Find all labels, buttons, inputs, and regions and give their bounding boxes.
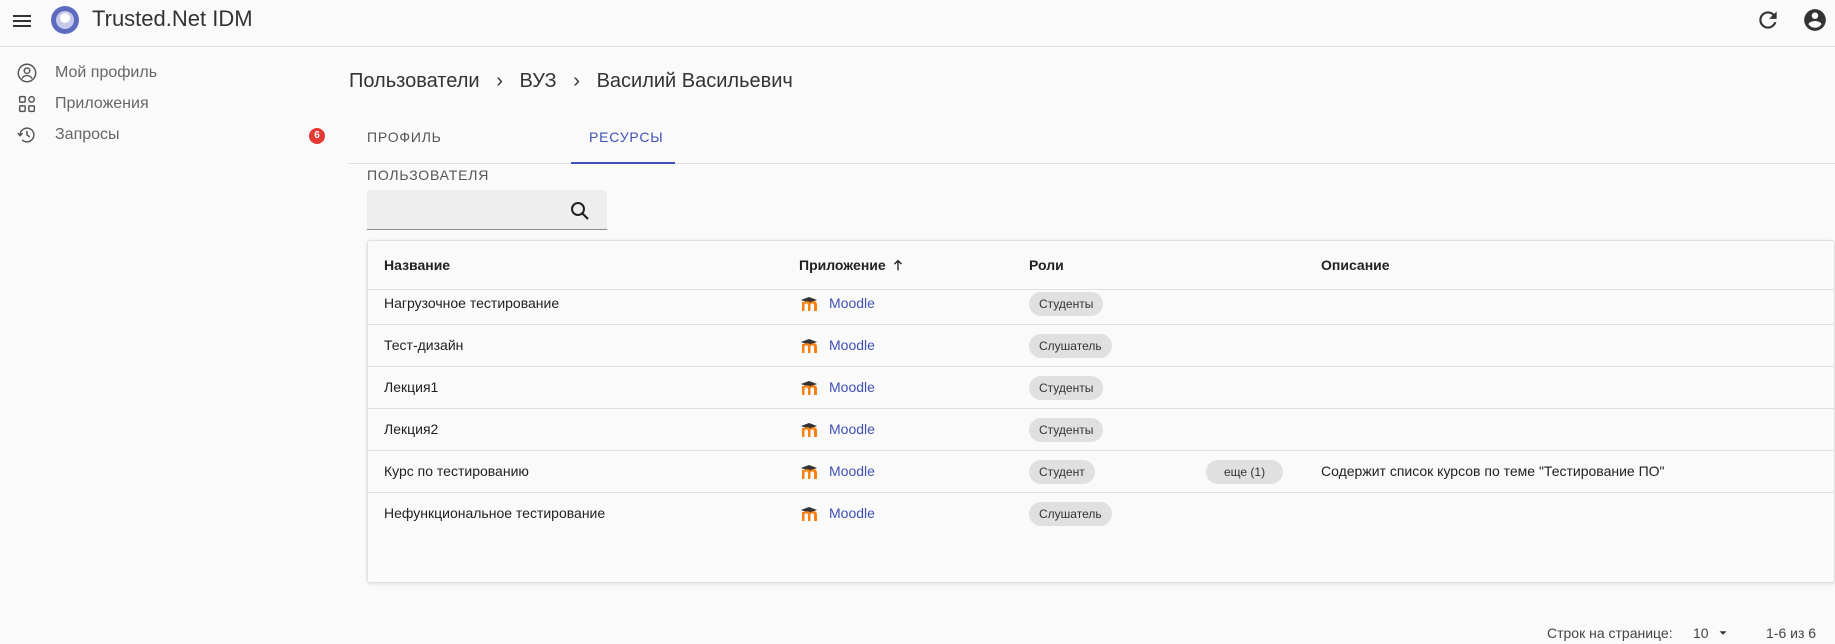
table-row[interactable]: Лекция1 Moodle Студенты bbox=[368, 367, 1834, 409]
breadcrumb-separator: › bbox=[496, 69, 503, 92]
moodle-logo-icon bbox=[801, 338, 817, 353]
resource-name: Тест-дизайн bbox=[384, 337, 464, 353]
application-link-label: Moodle bbox=[829, 505, 875, 521]
account-circle-outline-icon bbox=[16, 62, 38, 84]
column-header-name[interactable]: Название bbox=[384, 241, 450, 289]
table-row[interactable]: Нагрузочное тестирование Moodle Студенты bbox=[368, 283, 1834, 325]
column-header-roles[interactable]: Роли bbox=[1029, 241, 1064, 289]
table-row[interactable]: Тест-дизайн Moodle Слушатель bbox=[368, 325, 1834, 367]
breadcrumb-separator: › bbox=[573, 69, 580, 92]
moodle-logo-icon bbox=[801, 296, 817, 311]
search-icon[interactable] bbox=[568, 199, 592, 223]
rows-per-page-select[interactable]: 10 bbox=[1693, 622, 1730, 644]
resource-application: Moodle bbox=[799, 409, 875, 450]
column-header-application[interactable]: Приложение bbox=[799, 241, 906, 289]
moodle-logo-icon bbox=[801, 464, 817, 479]
breadcrumb-item-users[interactable]: Пользователи bbox=[349, 70, 480, 93]
sidebar-item-label: Запросы bbox=[55, 126, 120, 143]
rows-per-page-label: Строк на странице: bbox=[1547, 625, 1673, 641]
resource-roles: Слушатель bbox=[1029, 325, 1112, 366]
more-roles: еще (1) bbox=[1206, 451, 1284, 492]
refresh-icon[interactable] bbox=[1755, 7, 1781, 33]
resource-name: Лекция1 bbox=[384, 379, 439, 395]
resource-roles: Студенты bbox=[1029, 283, 1104, 324]
role-chip[interactable]: Студенты bbox=[1029, 376, 1104, 401]
app-logo-icon bbox=[50, 5, 80, 35]
resource-name: Лекция2 bbox=[384, 421, 439, 437]
application-link-label: Moodle bbox=[829, 379, 875, 395]
tab-bar: Профиль пользователя Ресурсы bbox=[349, 118, 1835, 183]
table-row[interactable]: Лекция2 Moodle Студенты bbox=[368, 409, 1834, 451]
application-link[interactable]: Moodle bbox=[799, 283, 875, 324]
application-link-label: Moodle bbox=[829, 295, 875, 311]
resource-roles: Студент bbox=[1029, 451, 1095, 492]
role-chip[interactable]: Студенты bbox=[1029, 292, 1104, 317]
breadcrumb: Пользователи › ВУЗ › Василий Васильевич bbox=[349, 66, 793, 96]
breadcrumb-item-organization[interactable]: ВУЗ bbox=[520, 70, 557, 93]
top-app-bar: Trusted.Net IDM bbox=[0, 0, 1835, 47]
moodle-logo-icon bbox=[801, 422, 817, 437]
column-header-description[interactable]: Описание bbox=[1321, 241, 1390, 289]
resource-name: Курс по тестированию bbox=[384, 463, 529, 479]
application-link[interactable]: Moodle bbox=[799, 493, 875, 534]
resource-application: Moodle bbox=[799, 283, 875, 324]
resource-roles: Студенты bbox=[1029, 367, 1104, 408]
moodle-logo-icon bbox=[801, 506, 817, 521]
rows-per-page-value: 10 bbox=[1693, 625, 1709, 641]
resource-application: Moodle bbox=[799, 325, 875, 366]
application-link-label: Moodle bbox=[829, 337, 875, 353]
more-roles-chip[interactable]: еще (1) bbox=[1206, 460, 1284, 485]
resources-table: Название Приложение Роли Описание Нагруз… bbox=[367, 240, 1835, 583]
column-header-application-label: Приложение bbox=[799, 257, 886, 273]
role-chip[interactable]: Студенты bbox=[1029, 418, 1104, 443]
application-link[interactable]: Moodle bbox=[799, 451, 875, 492]
breadcrumb-item-current-user: Василий Васильевич bbox=[596, 69, 793, 92]
resource-roles: Студенты bbox=[1029, 409, 1104, 450]
tab-resources[interactable]: Ресурсы bbox=[571, 118, 675, 164]
account-circle-icon[interactable] bbox=[1802, 7, 1828, 33]
application-link[interactable]: Moodle bbox=[799, 325, 875, 366]
hamburger-menu-icon[interactable] bbox=[10, 9, 34, 33]
role-chip[interactable]: Слушатель bbox=[1029, 502, 1112, 527]
moodle-logo-icon bbox=[801, 380, 817, 395]
dropdown-arrow-icon bbox=[1719, 631, 1727, 635]
resource-application: Moodle bbox=[799, 367, 875, 408]
application-link-label: Moodle bbox=[829, 421, 875, 437]
resource-name: Нагрузочное тестирование bbox=[384, 295, 560, 311]
role-chip[interactable]: Слушатель bbox=[1029, 334, 1112, 359]
apps-grid-icon bbox=[16, 93, 38, 115]
role-chip[interactable]: Студент bbox=[1029, 460, 1095, 485]
application-link[interactable]: Moodle bbox=[799, 367, 875, 408]
sidebar-item-label: Мой профиль bbox=[55, 64, 158, 81]
sort-ascending-arrow-icon bbox=[893, 259, 902, 271]
search-input[interactable] bbox=[377, 196, 567, 224]
resource-application: Moodle bbox=[799, 493, 875, 534]
resource-name: Нефункциональное тестирование bbox=[384, 505, 606, 521]
pagination-range: 1-6 из 6 bbox=[1766, 625, 1817, 641]
app-title: Trusted.Net IDM bbox=[92, 6, 253, 31]
table-row[interactable]: Курс по тестированию Moodle Студент еще (1)… bbox=[368, 451, 1834, 493]
resource-application: Moodle bbox=[799, 451, 875, 492]
resource-description: Содержит список курсов по теме "Тестиров… bbox=[1321, 463, 1665, 479]
table-row[interactable]: Нефункциональное тестирование Moodle Слуша… bbox=[368, 493, 1834, 535]
sidebar-item-label: Приложения bbox=[55, 95, 149, 112]
tab-user-profile[interactable]: Профиль пользователя bbox=[349, 118, 571, 183]
sidebar-item-requests[interactable]: Запросы 6 bbox=[0, 117, 330, 153]
history-icon bbox=[16, 124, 38, 146]
resource-roles: Слушатель bbox=[1029, 493, 1112, 534]
application-link-label: Moodle bbox=[829, 463, 875, 479]
requests-count-badge: 6 bbox=[309, 128, 325, 144]
application-link[interactable]: Moodle bbox=[799, 409, 875, 450]
